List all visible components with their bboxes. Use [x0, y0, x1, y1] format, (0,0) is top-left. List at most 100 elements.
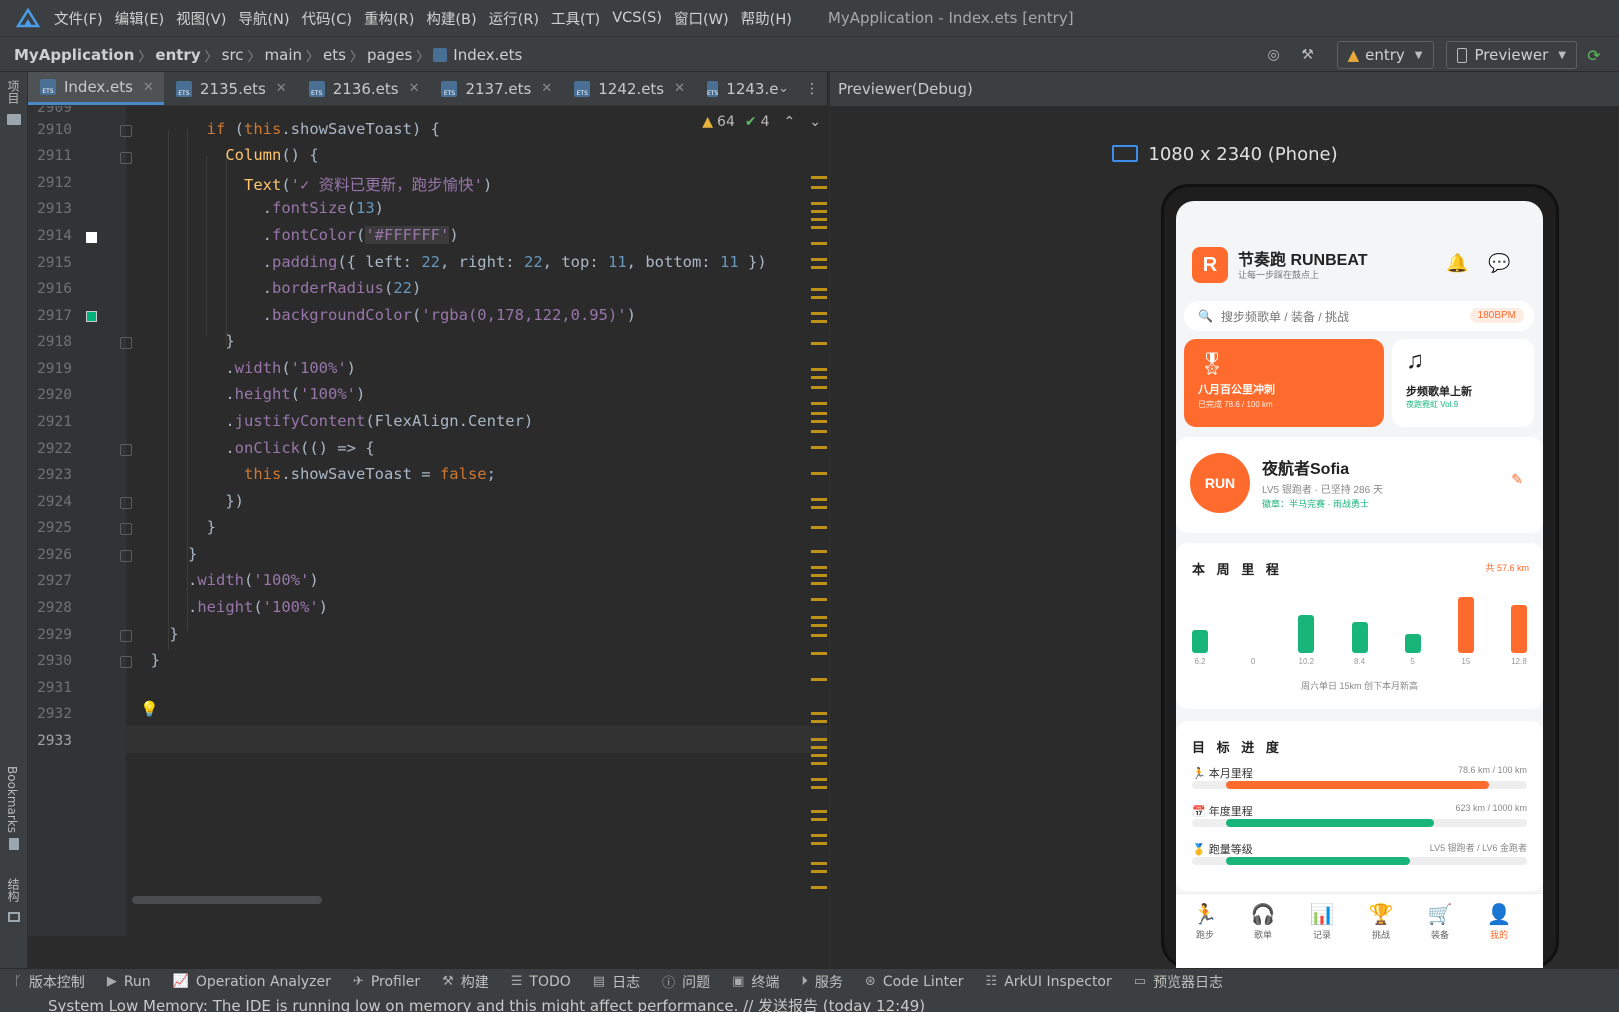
tab-records[interactable]: 📊 记录: [1293, 902, 1351, 941]
branch-icon: ᚴ: [14, 974, 22, 989]
tool-profiler[interactable]: ✈ Profiler: [353, 974, 420, 990]
horizontal-scrollbar[interactable]: [132, 896, 322, 904]
menu-navigate[interactable]: 导航(N): [238, 8, 289, 29]
fold-marker-icon[interactable]: [120, 550, 132, 562]
close-icon[interactable]: ✕: [409, 81, 420, 96]
medal-icon: 🎖: [1198, 351, 1226, 376]
challenge-card[interactable]: 🎖 八月百公里冲刺 已完成 78.6 / 100 km: [1184, 339, 1384, 427]
tool-operation-analyzer[interactable]: 📈 Operation Analyzer: [173, 974, 331, 990]
tool-services[interactable]: ⏵ 服务: [801, 972, 843, 992]
tab-2136-ets[interactable]: ETS 2136.ets ✕: [297, 72, 430, 105]
profile-meta: LV5 银跑者 · 已坚持 286 天: [1262, 485, 1383, 496]
breadcrumb-file[interactable]: Index.ets: [453, 46, 522, 64]
fold-marker-icon[interactable]: [120, 630, 132, 642]
tab-challenge[interactable]: 🏆 挑战: [1352, 902, 1410, 941]
menu-refactor[interactable]: 重构(R): [364, 8, 414, 29]
chart-bar: [1511, 605, 1527, 653]
edit-icon[interactable]: ✎: [1511, 471, 1523, 488]
tool-code-linter[interactable]: ⊛ Code Linter: [865, 974, 964, 990]
color-swatch-white[interactable]: [86, 232, 97, 243]
target-icon[interactable]: ◎: [1261, 42, 1287, 68]
chevron-down-icon[interactable]: ⌄: [778, 81, 789, 96]
refresh-icon[interactable]: ⟳: [1581, 42, 1607, 68]
close-icon[interactable]: ✕: [276, 81, 287, 96]
chevron-up-icon[interactable]: ⌃: [784, 114, 796, 130]
close-icon[interactable]: ✕: [674, 81, 685, 96]
tab-me[interactable]: 👤 我的: [1470, 902, 1528, 941]
code-editor[interactable]: 2909 2910 2911 2912 2913 2914 2915 2916 …: [28, 106, 827, 936]
tab-2135-ets[interactable]: ETS 2135.ets ✕: [164, 72, 297, 105]
phone-screen[interactable]: R 节奏跑 RUNBEAT 让每一步踩在鼓点上 🔔 💬 🔍 搜步频歌单 / 装备…: [1176, 201, 1543, 971]
menu-tools[interactable]: 工具(T): [551, 8, 600, 29]
menu-code[interactable]: 代码(C): [302, 8, 352, 29]
bell-icon[interactable]: 🔔: [1446, 253, 1468, 274]
ets-file-icon: ETS: [441, 80, 458, 97]
tool-todo[interactable]: ☰ TODO: [511, 974, 571, 990]
menu-help[interactable]: 帮助(H): [741, 8, 792, 29]
status-bar[interactable]: System Low Memory: The IDE is running lo…: [0, 994, 1619, 1012]
device-resolution-label[interactable]: 1080 x 2340 (Phone): [830, 144, 1619, 165]
module-selector[interactable]: ▲ entry ▼: [1336, 41, 1434, 69]
breadcrumb-ets[interactable]: ets: [323, 46, 346, 64]
tab-1242-ets[interactable]: ETS 1242.ets ✕: [562, 72, 695, 105]
menu-view[interactable]: 视图(V): [176, 8, 226, 29]
breadcrumb-project[interactable]: MyApplication: [14, 46, 134, 64]
more-vertical-icon[interactable]: ⋮: [805, 81, 819, 97]
line-number: 2918: [37, 334, 72, 350]
tool-log[interactable]: ▤ 日志: [593, 972, 640, 992]
fold-marker-icon[interactable]: [120, 497, 132, 509]
tool-arkui-inspector[interactable]: ☷ ArkUI Inspector: [986, 974, 1112, 990]
breadcrumb-src[interactable]: src: [222, 46, 244, 64]
fold-marker-icon[interactable]: [120, 337, 132, 349]
fold-marker-icon[interactable]: [120, 152, 132, 164]
menu-edit[interactable]: 编辑(E): [115, 8, 164, 29]
user-icon: 👤: [1486, 904, 1512, 926]
error-stripe[interactable]: [811, 106, 827, 936]
fold-marker-icon[interactable]: [120, 656, 132, 668]
line-number: 2914: [37, 228, 72, 244]
hammer-icon[interactable]: ⚒: [1295, 42, 1321, 68]
device-selector[interactable]: Previewer ▼: [1445, 41, 1577, 69]
tool-build[interactable]: ⚒ 构建: [442, 972, 489, 992]
breadcrumb-module[interactable]: entry: [155, 46, 200, 64]
search-input[interactable]: 🔍 搜步频歌单 / 装备 / 挑战 180BPM: [1184, 301, 1534, 331]
bpm-badge[interactable]: 180BPM: [1469, 308, 1524, 323]
tab-playlist[interactable]: 🎧 歌单: [1234, 902, 1292, 941]
structure-tool-button[interactable]: 结构: [5, 878, 22, 902]
breadcrumb: MyApplication 〉 entry 〉 src 〉 main 〉 ets 〉 pa…: [14, 46, 523, 65]
menu-build[interactable]: 构建(B): [426, 8, 476, 29]
tool-problems[interactable]: ⓘ 问题: [662, 972, 710, 992]
color-swatch-green[interactable]: [86, 311, 97, 322]
fold-marker-icon[interactable]: [120, 523, 132, 535]
profile-card[interactable]: RUN 夜航者Sofia LV5 银跑者 · 已坚持 286 天 徽章：半马完赛…: [1176, 437, 1543, 533]
playlist-card[interactable]: ♫ 步频歌单上新 夜跑霓虹 Vol.9: [1392, 339, 1534, 427]
app-logo-icon: [15, 8, 41, 28]
close-icon[interactable]: ✕: [541, 81, 552, 96]
tab-gear[interactable]: 🛒 装备: [1411, 902, 1469, 941]
lightbulb-icon[interactable]: 💡: [140, 700, 159, 718]
tool-terminal[interactable]: ▣ 终端: [732, 972, 779, 992]
menu-window[interactable]: 窗口(W): [674, 8, 729, 29]
bookmarks-tool-button[interactable]: Bookmarks: [5, 766, 19, 833]
menu-run[interactable]: 运行(R): [489, 8, 539, 29]
fold-marker-icon[interactable]: [120, 444, 132, 456]
menu-file[interactable]: 文件(F): [54, 8, 103, 29]
breadcrumb-pages[interactable]: pages: [367, 46, 412, 64]
tab-2137-ets[interactable]: ETS 2137.ets ✕: [429, 72, 562, 105]
goal-label: 🏃 本月里程: [1192, 768, 1253, 780]
tool-run[interactable]: ▶ Run: [107, 974, 151, 990]
breadcrumb-main[interactable]: main: [265, 46, 302, 64]
project-tool-button[interactable]: 项目: [5, 80, 22, 104]
close-icon[interactable]: ✕: [143, 80, 154, 95]
tab-label: 1243.ets: [726, 79, 779, 98]
fold-marker-icon[interactable]: [120, 125, 132, 137]
play-icon: ▶: [106, 974, 117, 989]
tab-1243-ets[interactable]: ETS 1243.ets: [695, 72, 778, 105]
tool-version-control[interactable]: ᚴ 版本控制: [14, 972, 85, 992]
tab-run[interactable]: 🏃 跑步: [1176, 902, 1234, 941]
menu-vcs[interactable]: VCS(S): [612, 10, 662, 26]
tool-previewer-log[interactable]: ▭ 预览器日志: [1134, 972, 1223, 992]
inspection-widget[interactable]: ▲ 64 ✔ 4 ⌃ ⌄: [702, 114, 821, 130]
tab-index-ets[interactable]: ETS Index.ets ✕: [28, 72, 164, 105]
message-icon[interactable]: 💬: [1488, 253, 1510, 274]
